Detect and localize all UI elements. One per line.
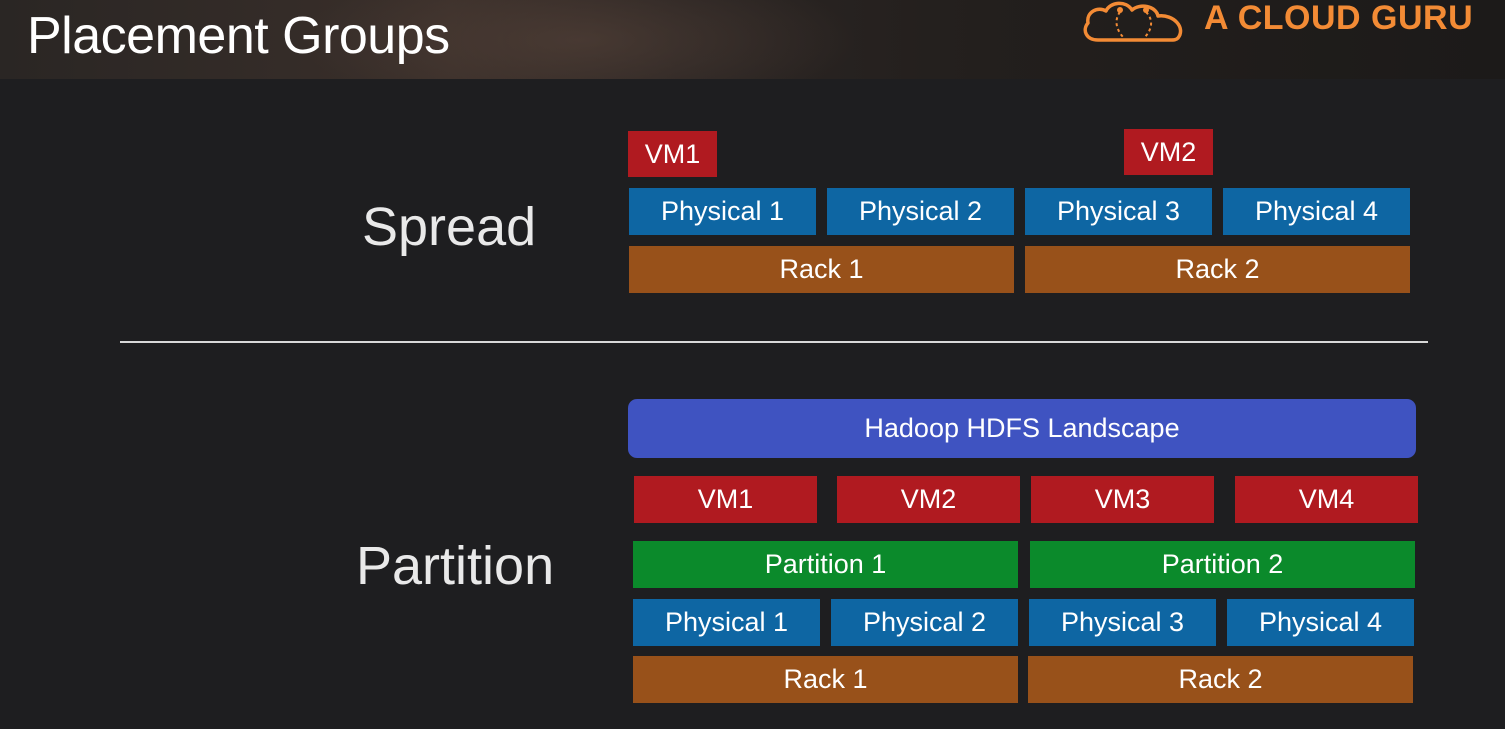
partition-physical-3: Physical 3: [1029, 599, 1216, 646]
partition-1: Partition 1: [633, 541, 1018, 588]
spread-label: Spread: [362, 197, 537, 257]
hadoop-hdfs-landscape: Hadoop HDFS Landscape: [628, 399, 1416, 458]
spread-physical-2: Physical 2: [827, 188, 1014, 235]
spread-physical-1: Physical 1: [629, 188, 816, 235]
partition-vm-2: VM2: [837, 476, 1020, 523]
slide-title: Placement Groups: [27, 7, 450, 65]
partition-vm-3: VM3: [1031, 476, 1214, 523]
brand-logo: A CLOUD GURU: [1080, 0, 1473, 44]
partition-rack-1: Rack 1: [633, 656, 1018, 703]
partition-physical-2: Physical 2: [831, 599, 1018, 646]
partition-physical-1: Physical 1: [633, 599, 820, 646]
spread-vm-2: VM2: [1124, 129, 1213, 175]
slide-header: Placement Groups A CLOUD GURU: [0, 0, 1505, 79]
partition-physical-4: Physical 4: [1227, 599, 1414, 646]
partition-vm-1: VM1: [634, 476, 817, 523]
partition-vm-4: VM4: [1235, 476, 1418, 523]
cloud-logo-icon: [1083, 1, 1183, 42]
section-divider: [120, 341, 1428, 343]
brand-name: A CLOUD GURU: [1204, 0, 1474, 37]
partition-2: Partition 2: [1030, 541, 1415, 588]
spread-rack-1: Rack 1: [629, 246, 1014, 293]
partition-label: Partition: [356, 536, 555, 596]
spread-rack-2: Rack 2: [1025, 246, 1410, 293]
spread-physical-3: Physical 3: [1025, 188, 1212, 235]
partition-rack-2: Rack 2: [1028, 656, 1413, 703]
spread-vm-1: VM1: [628, 131, 717, 177]
spread-physical-4: Physical 4: [1223, 188, 1410, 235]
